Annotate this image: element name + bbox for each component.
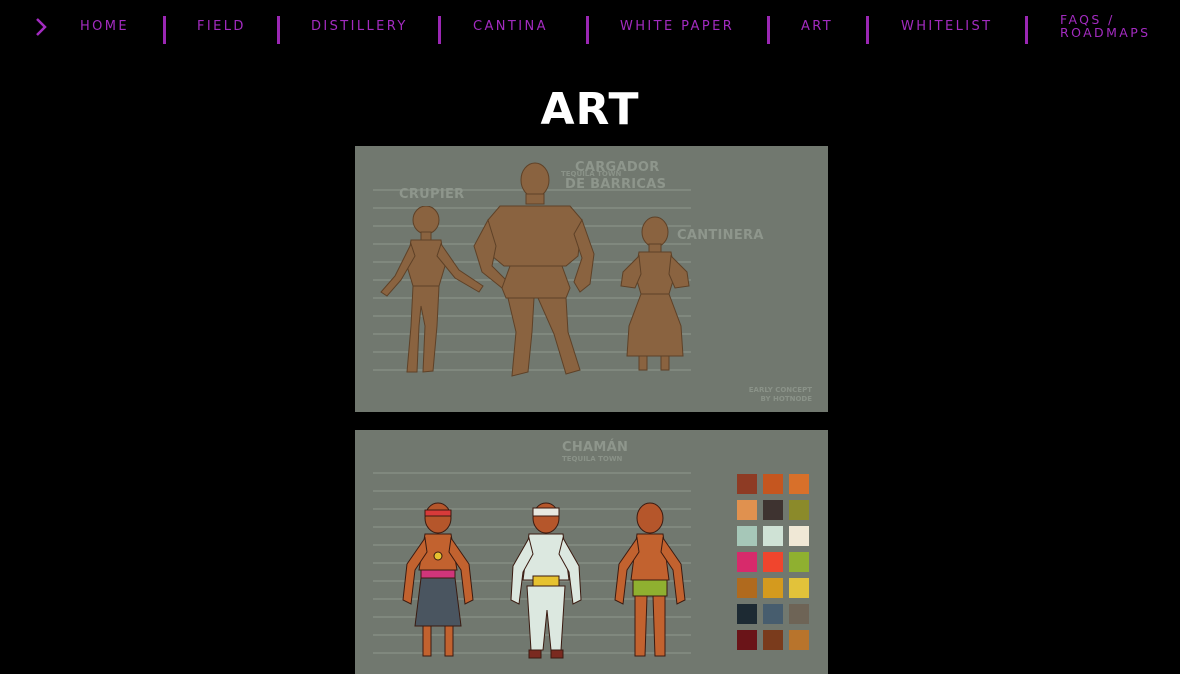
palette-swatch [763,578,783,598]
nav-item-white-paper[interactable]: WHITE PAPER [620,19,734,34]
concept-art-image-shaman: CHAMÁN TEQUILA TOWN [355,430,828,674]
nav-separator [438,16,441,44]
palette-swatch [789,604,809,624]
palette-swatch [763,552,783,572]
chevron-right-icon[interactable] [34,17,48,37]
palette-swatch [763,500,783,520]
palette-swatch [737,578,757,598]
nav-item-home[interactable]: HOME [80,19,129,34]
nav-item-field[interactable]: FIELD [197,19,246,34]
color-palette [737,474,809,650]
nav-item-cantina[interactable]: CANTINA [473,19,548,34]
palette-swatch [789,630,809,650]
palette-swatch [789,578,809,598]
cargador-character-illustration [473,162,595,377]
concept-art-image-characters: CARGADOR TEQUILA TOWN DE BARRICAS CRUPIE… [355,146,828,412]
palette-swatch [737,552,757,572]
credit-text: EARLY CONCEPT BY HOTNODE [749,386,812,404]
nav-separator [277,16,280,44]
nav-separator [1025,16,1028,44]
shaman-variant-1-illustration [402,502,474,657]
palette-swatch [737,474,757,494]
palette-swatch [789,552,809,572]
nav-separator [586,16,589,44]
credit-line-1: EARLY CONCEPT [748,386,812,394]
palette-swatch [737,630,757,650]
palette-swatch [763,474,783,494]
nav-item-distillery[interactable]: DISTILLERY [311,19,408,34]
nav-item-faqs-roadmaps[interactable]: FAQS / ROADMAPS [1060,13,1151,39]
palette-swatch [763,630,783,650]
label-cantinera: CANTINERA [677,228,764,243]
page-title: ART [540,84,640,135]
label-chaman: CHAMÁN [562,440,629,455]
palette-swatch [789,500,809,520]
palette-swatch [763,604,783,624]
nav-separator [163,16,166,44]
top-navigation: HOME FIELD DISTILLERY CANTINA WHITE PAPE… [0,0,1180,56]
palette-swatch [737,604,757,624]
palette-swatch [737,500,757,520]
label-crupier: CRUPIER [399,187,465,202]
nav-separator [767,16,770,44]
shaman-variant-3-illustration [614,502,686,657]
nav-item-art[interactable]: ART [801,19,833,34]
nav-separator [866,16,869,44]
palette-swatch [789,526,809,546]
nav-item-roadmaps-line: ROADMAPS [1060,25,1151,40]
palette-swatch [763,526,783,546]
label-tequila-town: TEQUILA TOWN [562,455,623,463]
nav-item-whitelist[interactable]: WHITELIST [901,19,993,34]
palette-swatch [737,526,757,546]
label-de-barricas: DE BARRICAS [565,177,667,192]
palette-swatch [789,474,809,494]
credit-line-2: BY HOTNODE [760,395,812,403]
shaman-variant-2-illustration [510,502,582,659]
